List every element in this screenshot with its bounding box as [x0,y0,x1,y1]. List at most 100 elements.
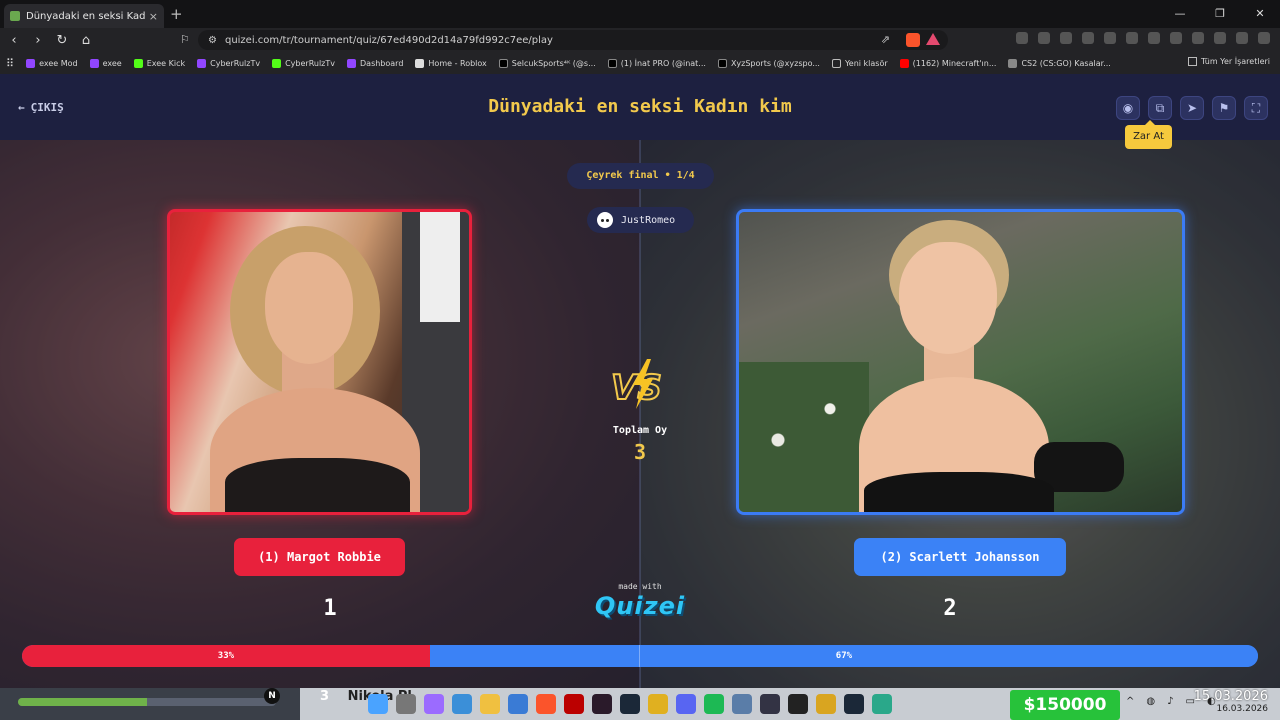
extension-icon[interactable] [1038,32,1050,44]
left-share-segment: 33% [22,645,430,667]
chevron-up-icon[interactable]: ^ [1126,696,1134,707]
extension-icon[interactable] [1148,32,1160,44]
total-votes-label: Toplam Oy [612,425,668,436]
close-window-icon[interactable]: ✕ [1240,0,1280,28]
made-with-label: made with [618,582,662,591]
minimize-icon[interactable]: — [1160,0,1200,28]
taskbar: N 3 Nikola Pl $150000 ^ ◍ ♪ ▭ ◐ 15.03.20… [0,688,1280,720]
copilot-icon[interactable] [424,694,444,714]
n-badge: N [264,688,280,704]
bookmark-item[interactable]: Home - Roblox [415,58,487,68]
file-explorer-icon[interactable] [480,694,500,714]
forward-icon[interactable]: › [28,33,48,48]
clock[interactable]: 15.03.2026 16.03.2026 [1194,690,1268,716]
bookmark-item[interactable]: (1) İnat PRO (@inat... [607,58,706,68]
stream-overlay: N [0,688,300,720]
date-overlay: 15.03.2026 [1193,689,1268,704]
bookmark-item[interactable]: CyberRulzTv [197,58,260,68]
all-bookmarks-folder[interactable]: Tüm Yer İşaretleri [1187,57,1270,66]
site-info-icon[interactable]: ⚙ [208,35,217,46]
app-icon[interactable] [760,694,780,714]
fullscreen-icon[interactable]: ⛶ [1244,96,1268,120]
app-icon[interactable] [788,694,808,714]
url-text[interactable]: quizei.com/tr/tournament/quiz/67ed490d2d… [225,35,553,46]
active-tab[interactable]: Dünyadaki en seksi Kadın kim - × [4,4,164,28]
face [899,242,997,354]
right-share-segment: 67% [429,645,1258,667]
bookmark-item[interactable]: exee Mod [26,58,78,68]
share-icon[interactable]: ⇗ [881,33,890,46]
new-tab-button[interactable]: + [170,5,183,23]
brave-icon[interactable] [536,694,556,714]
bookmark-item[interactable]: (1162) Minecraft'ın... [899,58,996,68]
brave-rewards-icon[interactable] [926,33,940,45]
bookmark-item[interactable]: SelcukSports⁴ᴷ (@s... [498,58,596,68]
user-badge: JustRomeo [587,207,694,233]
spotify-icon[interactable] [704,694,724,714]
steam-icon[interactable] [620,694,640,714]
app-icon[interactable] [592,694,612,714]
brave-shields-icon[interactable] [906,33,920,47]
eye-icon[interactable]: ◉ [1116,96,1140,120]
extension-icon[interactable] [1060,32,1072,44]
site-favicon-icon [10,11,20,21]
app-icon[interactable] [872,694,892,714]
address-bar[interactable]: ⚐ ⚙ quizei.com/tr/tournament/quiz/67ed49… [180,30,948,50]
extension-icon[interactable] [1170,32,1182,44]
extension-icon[interactable] [1126,32,1138,44]
app-icon[interactable] [452,694,472,714]
username: JustRomeo [621,214,676,226]
bookmark-item[interactable]: XyzSports (@xyzspo... [717,58,820,68]
dice-tooltip: Zar At [1125,120,1172,149]
app-icon[interactable] [732,694,752,714]
app-icon[interactable] [816,694,836,714]
store-icon[interactable] [508,694,528,714]
opera-icon[interactable] [564,694,584,714]
bookmark-icon[interactable]: ⚐ [180,33,190,46]
contestant-left-button[interactable]: (1) Margot Robbie [234,538,405,576]
dress [864,472,1054,512]
bookmark-item[interactable]: Dashboard [347,58,403,68]
extension-icon[interactable] [1236,32,1248,44]
discord-icon[interactable] [676,694,696,714]
tab-title: Dünyadaki en seksi Kadın kim - [26,10,145,22]
network-icon[interactable]: ◍ [1146,696,1155,707]
quiz-title: Dünyadaki en seksi Kadın kim [488,96,792,117]
quizei-logo[interactable]: Quizei [590,592,690,620]
extension-icon[interactable] [1192,32,1204,44]
steam-icon[interactable] [844,694,864,714]
bookmark-item[interactable]: Exee Kick [133,58,185,68]
dice-icon[interactable]: ⧉ [1148,96,1172,120]
flowers [739,362,869,512]
navigation-bar: ‹ › ↻ ⌂ ⚐ ⚙ quizei.com/tr/tournament/qui… [0,28,1280,52]
microphone-icon[interactable]: ♪ [1167,696,1173,707]
close-tab-icon[interactable]: × [149,10,158,23]
extension-icon[interactable] [1082,32,1094,44]
extension-icon[interactable] [1214,32,1226,44]
restore-icon[interactable]: ❐ [1200,0,1240,28]
menu-icon[interactable] [1258,32,1270,44]
bookmark-folder[interactable]: Yeni klasör [831,58,888,68]
left-vote-count: 1 [323,596,337,621]
back-icon[interactable]: ‹ [4,33,24,48]
send-icon[interactable]: ➤ [1180,96,1204,120]
contestant-right-image[interactable] [736,209,1185,515]
apps-icon[interactable]: ⠿ [6,57,14,70]
bookmark-item[interactable]: CS2 (CS:GO) Kasalar... [1008,58,1111,68]
reload-icon[interactable]: ↻ [52,33,72,48]
bookmark-item[interactable]: CyberRulzTv [272,58,335,68]
window-controls: — ❐ ✕ [1160,0,1280,28]
right-vote-count: 2 [943,596,957,621]
extension-icon[interactable] [1016,32,1028,44]
background-shirt [420,212,460,322]
chrome-icon[interactable] [648,694,668,714]
contestant-right-button[interactable]: (2) Scarlett Johansson [854,538,1066,576]
home-icon[interactable]: ⌂ [76,33,96,48]
contestant-left-image[interactable] [167,209,472,515]
extension-icon[interactable] [1104,32,1116,44]
flag-icon[interactable]: ⚑ [1212,96,1236,120]
bookmark-item[interactable]: exee [89,58,122,68]
face [265,252,353,364]
start-icon[interactable] [368,694,388,714]
search-icon[interactable] [396,694,416,714]
